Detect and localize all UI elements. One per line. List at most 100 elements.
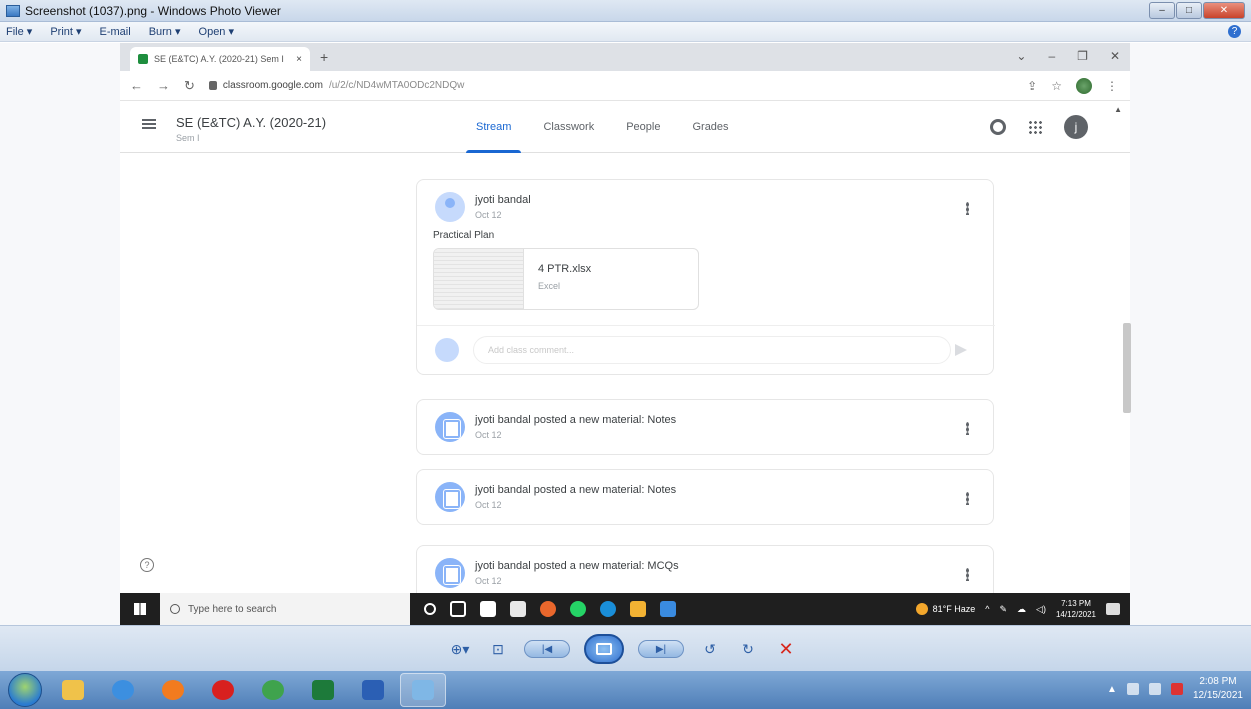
attachment[interactable]: 4 PTR.xlsx Excel xyxy=(433,248,699,310)
google-apps-icon[interactable] xyxy=(1028,120,1042,134)
win7-time: 2:08 PM xyxy=(1199,676,1237,687)
chrome-taskbar-button[interactable] xyxy=(250,673,296,707)
author-avatar xyxy=(435,192,465,222)
action-center-icon[interactable] xyxy=(1170,683,1183,695)
tab-close-icon[interactable]: × xyxy=(296,54,302,65)
tray-arrow-icon[interactable]: ▲ xyxy=(1107,684,1117,695)
weather-widget[interactable]: 81°F Haze xyxy=(915,603,975,615)
folder-icon[interactable] xyxy=(630,601,646,617)
notification-icon[interactable] xyxy=(1106,603,1120,615)
url-field[interactable]: classroom.google.com/u/2/c/ND4wMTA0ODc2N… xyxy=(208,80,465,91)
material-title: jyoti bandal posted a new material: Note… xyxy=(475,414,677,426)
tab-search-icon[interactable]: ⌄ xyxy=(1016,49,1026,63)
url-path: /u/2/c/ND4wMTA0ODc2NDQw xyxy=(328,80,465,91)
browser-minimize-button[interactable]: – xyxy=(1048,49,1055,63)
win7-clock[interactable]: 2:08 PM 12/15/2021 xyxy=(1193,675,1243,703)
account-avatar[interactable]: j xyxy=(1064,115,1088,139)
tab-people[interactable]: People xyxy=(610,101,676,153)
viewer-controls: ⊕▾ ⊡ |◀ ▶| ↺ ↻ ✕ xyxy=(448,634,808,664)
inner-time: 7:13 PM xyxy=(1061,599,1091,608)
photo-viewer-taskbar-button[interactable] xyxy=(400,673,446,707)
volume-tray-icon[interactable] xyxy=(1126,683,1139,695)
spreadsheet-thumbnail xyxy=(434,249,524,309)
tab-stream[interactable]: Stream xyxy=(460,101,527,153)
comment-row: Add class comment... xyxy=(417,325,995,375)
windows-start-icon[interactable] xyxy=(120,593,160,625)
volume-icon[interactable]: ◁) xyxy=(1036,604,1046,615)
menu-open[interactable]: Open ▾ xyxy=(199,25,235,38)
send-icon[interactable] xyxy=(955,344,967,356)
chrome-icon[interactable] xyxy=(540,601,556,617)
whatsapp-icon[interactable] xyxy=(570,601,586,617)
file-icon[interactable] xyxy=(480,601,496,617)
zoom-icon[interactable]: ⊕▾ xyxy=(448,637,472,661)
new-tab-button[interactable]: + xyxy=(320,49,328,65)
class-section: Sem I xyxy=(176,133,200,143)
delete-icon[interactable]: ✕ xyxy=(774,637,798,661)
actual-size-icon[interactable]: ⊡ xyxy=(486,637,510,661)
material-title: jyoti bandal posted a new material: Note… xyxy=(475,484,677,496)
class-comment-input[interactable]: Add class comment... xyxy=(473,336,951,364)
ie-taskbar-button[interactable] xyxy=(100,673,146,707)
maximize-button[interactable]: □ xyxy=(1176,2,1202,19)
forward-icon[interactable]: → xyxy=(157,78,170,93)
menu-print[interactable]: Print ▾ xyxy=(50,25,81,38)
page-scrollbar[interactable] xyxy=(1123,323,1131,413)
browser-restore-button[interactable]: ❐ xyxy=(1077,49,1088,63)
menu-email[interactable]: E-mail xyxy=(100,26,131,38)
pen-icon[interactable]: ✎ xyxy=(999,604,1007,615)
bookmark-star-icon[interactable]: ☆ xyxy=(1051,79,1062,93)
reload-icon[interactable]: ↻ xyxy=(184,78,195,94)
back-icon[interactable]: ← xyxy=(130,78,143,93)
taskbar-search[interactable]: Type here to search xyxy=(160,593,410,625)
more-options-icon[interactable] xyxy=(966,568,969,581)
material-card[interactable]: jyoti bandal posted a new material: Note… xyxy=(416,399,994,455)
start-orb-icon[interactable] xyxy=(8,673,42,707)
task-view-icon[interactable] xyxy=(450,601,466,617)
menu-burn[interactable]: Burn ▾ xyxy=(149,25,181,38)
address-bar-actions: ⇪ ☆ ⋮ xyxy=(1027,77,1118,94)
browser-tab[interactable]: SE (E&TC) A.Y. (2020-21) Sem I × xyxy=(130,47,310,71)
media-player-taskbar-button[interactable] xyxy=(150,673,196,707)
help-question-icon[interactable]: ? xyxy=(140,558,154,572)
excel-taskbar-button[interactable] xyxy=(300,673,346,707)
close-button[interactable]: ✕ xyxy=(1203,2,1245,19)
more-options-icon[interactable] xyxy=(966,492,969,505)
win7-date: 12/15/2021 xyxy=(1192,690,1243,701)
more-options-icon[interactable] xyxy=(966,422,969,435)
browser-close-button[interactable]: ✕ xyxy=(1110,49,1120,63)
more-options-icon[interactable] xyxy=(966,202,969,215)
mail-icon[interactable] xyxy=(660,601,676,617)
tab-grades[interactable]: Grades xyxy=(676,101,744,153)
explorer-taskbar-button[interactable] xyxy=(50,673,96,707)
tray-chevron-icon[interactable]: ^ xyxy=(985,604,989,614)
previous-button[interactable]: |◀ xyxy=(524,640,570,658)
minimize-button[interactable]: – xyxy=(1149,2,1175,19)
class-title[interactable]: SE (E&TC) A.Y. (2020-21) xyxy=(176,115,326,130)
word-taskbar-button[interactable] xyxy=(350,673,396,707)
profile-icon[interactable] xyxy=(1076,77,1092,94)
material-card[interactable]: jyoti bandal posted a new material: Note… xyxy=(416,469,994,525)
menu-file[interactable]: File ▾ xyxy=(6,25,32,38)
main-menu-icon[interactable] xyxy=(142,119,156,129)
opera-taskbar-button[interactable] xyxy=(200,673,246,707)
share-icon[interactable]: ⇪ xyxy=(1027,79,1037,93)
edge-icon[interactable] xyxy=(600,601,616,617)
network-icon[interactable]: ☁ xyxy=(1017,604,1026,615)
chrome-menu-icon[interactable]: ⋮ xyxy=(1106,79,1118,93)
scroll-up-arrow-icon[interactable]: ▲ xyxy=(1114,105,1122,114)
rotate-left-icon[interactable]: ↺ xyxy=(698,637,722,661)
store-icon[interactable] xyxy=(510,601,526,617)
rotate-right-icon[interactable]: ↻ xyxy=(736,637,760,661)
weather-sun-icon xyxy=(915,603,928,615)
material-card[interactable]: jyoti bandal posted a new material: MCQs… xyxy=(416,545,994,593)
inner-clock[interactable]: 7:13 PM 14/12/2021 xyxy=(1056,598,1096,620)
next-button[interactable]: ▶| xyxy=(638,640,684,658)
settings-gear-icon[interactable] xyxy=(990,119,1006,135)
tab-classwork[interactable]: Classwork xyxy=(527,101,610,153)
network-tray-icon[interactable] xyxy=(1148,683,1161,695)
help-icon[interactable]: ? xyxy=(1228,25,1241,38)
inner-taskbar: Type here to search 81°F Haze ^ ✎ ☁ ◁) 7… xyxy=(120,593,1130,625)
cortana-icon[interactable] xyxy=(424,603,436,615)
slideshow-button[interactable] xyxy=(584,634,624,664)
